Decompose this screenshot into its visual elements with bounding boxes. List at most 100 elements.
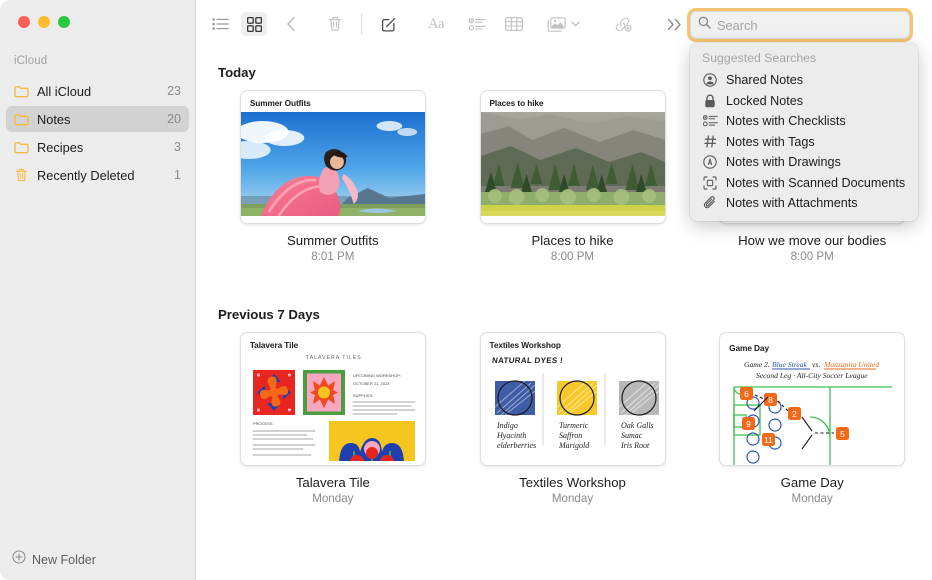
suggestion-notes-with-scanned-documents[interactable]: Notes with Scanned Documents [690,173,918,194]
notes-row-previous-7-days: Talavera Tile TALAVERA TILES [196,332,932,505]
sidebar-section-title: iCloud [14,55,47,67]
player-number: 6 [744,389,749,399]
note-thumbnail[interactable]: Summer Outfits [240,90,426,224]
soccer-line2: Second Leg · All-City Soccer League [756,371,868,380]
trash-icon[interactable] [322,12,348,36]
dyes-preview: NATURAL DYES ! [481,353,666,466]
trash-icon [13,167,30,184]
new-folder-label: New Folder [32,553,96,567]
search-icon [698,16,711,34]
sidebar-item-label: Notes [37,112,167,127]
traffic-lights [18,16,70,28]
sidebar-item-label: All iCloud [37,84,167,99]
note-card-places-to-hike[interactable]: Places to hike [453,90,693,263]
svg-text:elderberries: elderberries [497,441,536,450]
search-input[interactable]: Search [690,11,910,39]
note-card-textiles-workshop[interactable]: Textiles Workshop NATURAL DYES ! [453,332,693,505]
player-number: 5 [840,429,845,439]
sidebar-item-notes[interactable]: Notes 20 [6,106,189,132]
toolbar-divider [361,13,362,35]
note-title: Talavera Tile [240,475,426,490]
gallery-view-icon[interactable] [241,12,267,36]
sidebar-item-label: Recently Deleted [37,168,174,183]
svg-text:Saffron: Saffron [559,431,582,440]
note-thumbnail[interactable]: Game Day Game 2. Blue Streak vs. Manzani… [719,332,905,466]
close-button[interactable] [18,16,30,28]
hashtag-icon [702,134,718,150]
sidebar-item-recipes[interactable]: Recipes 3 [6,134,189,160]
checklist-icon [702,113,718,129]
note-thumbnail-title: Summer Outfits [241,91,425,112]
sidebar-item-all-icloud[interactable]: All iCloud 23 [6,78,189,104]
suggestion-notes-with-checklists[interactable]: Notes with Checklists [690,111,918,132]
checklist-icon[interactable] [464,12,490,36]
note-thumbnail[interactable]: Textiles Workshop NATURAL DYES ! [480,332,666,466]
new-folder-button[interactable]: New Folder [12,550,96,569]
soccer-line1-a: Game 2. [744,360,770,369]
note-date: 8:00 PM [480,250,666,263]
group-header-previous-7-days: Previous 7 Days [218,307,932,322]
note-thumbnail[interactable]: Talavera Tile TALAVERA TILES [240,332,426,466]
search-container: Search [690,11,910,39]
folder-icon [13,139,30,156]
plus-circle-icon [12,550,26,569]
talavera-note-line3: SUPPLIES [353,393,373,398]
player-number: 9 [746,419,751,429]
compose-icon[interactable] [375,12,401,36]
paperclip-icon [702,195,718,211]
note-card-game-day[interactable]: Game Day Game 2. Blue Streak vs. Manzani… [692,332,932,505]
note-thumbnail-title: Talavera Tile [241,333,425,354]
note-thumbnail-title: Game Day [720,333,904,357]
chevron-down-icon[interactable] [567,12,583,36]
sidebar-item-count: 20 [167,112,181,126]
player-number: 8 [768,395,773,405]
note-date: 8:00 PM [719,250,905,263]
zoom-button[interactable] [58,16,70,28]
talavera-note-line2: OCTOBER 21, 2023 [353,381,390,386]
minimize-button[interactable] [38,16,50,28]
suggestion-notes-with-drawings[interactable]: Notes with Drawings [690,152,918,173]
photo-sky-dress [241,112,425,216]
suggestion-locked-notes[interactable]: Locked Notes [690,91,918,112]
back-chevron-icon[interactable] [278,12,304,36]
scan-icon [702,175,718,191]
player-number: 11 [764,435,773,445]
link-add-icon[interactable] [610,12,636,36]
soccer-line1-c: vs. [812,360,820,369]
table-icon[interactable] [501,12,527,36]
note-card-summer-outfits[interactable]: Summer Outfits [213,90,453,263]
photo-mountain [481,112,665,216]
suggestion-label: Notes with Drawings [726,155,841,169]
player-number: 2 [792,409,797,419]
note-card-talavera-tile[interactable]: Talavera Tile TALAVERA TILES [213,332,453,505]
talavera-note-line1: UPCOMING WORKSHOP: [353,373,401,378]
list-view-icon[interactable] [207,12,233,36]
drawing-icon [702,154,718,170]
dyes-heading: NATURAL DYES ! [491,356,665,365]
svg-text:Turmeric: Turmeric [559,421,589,430]
media-icon[interactable] [545,12,567,36]
soccer-line1-b: Blue Streak [772,360,808,369]
suggested-searches-popover: Suggested Searches Shared Notes Locked N… [690,43,918,221]
note-title: Summer Outfits [240,233,426,248]
sidebar-list: All iCloud 23 Notes 20 Recipes 3 [6,78,189,190]
soccer-line1-d: Manzanita United [823,360,879,369]
suggested-searches-title: Suggested Searches [690,51,918,70]
folder-icon [13,83,30,100]
sidebar-item-count: 1 [174,168,181,182]
note-title: Textiles Workshop [480,475,666,490]
sidebar-item-recently-deleted[interactable]: Recently Deleted 1 [6,162,189,188]
svg-text:Hyacinth: Hyacinth [496,431,526,440]
note-title: Game Day [719,475,905,490]
suggestion-label: Shared Notes [726,73,803,87]
shared-person-icon [702,72,718,88]
more-chevrons-icon[interactable] [662,12,688,36]
svg-text:Indigo: Indigo [496,421,518,430]
note-thumbnail[interactable]: Places to hike [480,90,666,224]
svg-text:Sumac: Sumac [621,431,643,440]
lock-icon [702,93,718,109]
suggestion-notes-with-attachments[interactable]: Notes with Attachments [690,193,918,214]
suggestion-shared-notes[interactable]: Shared Notes [690,70,918,91]
suggestion-notes-with-tags[interactable]: Notes with Tags [690,132,918,153]
format-text-icon[interactable]: Aa [421,12,451,36]
